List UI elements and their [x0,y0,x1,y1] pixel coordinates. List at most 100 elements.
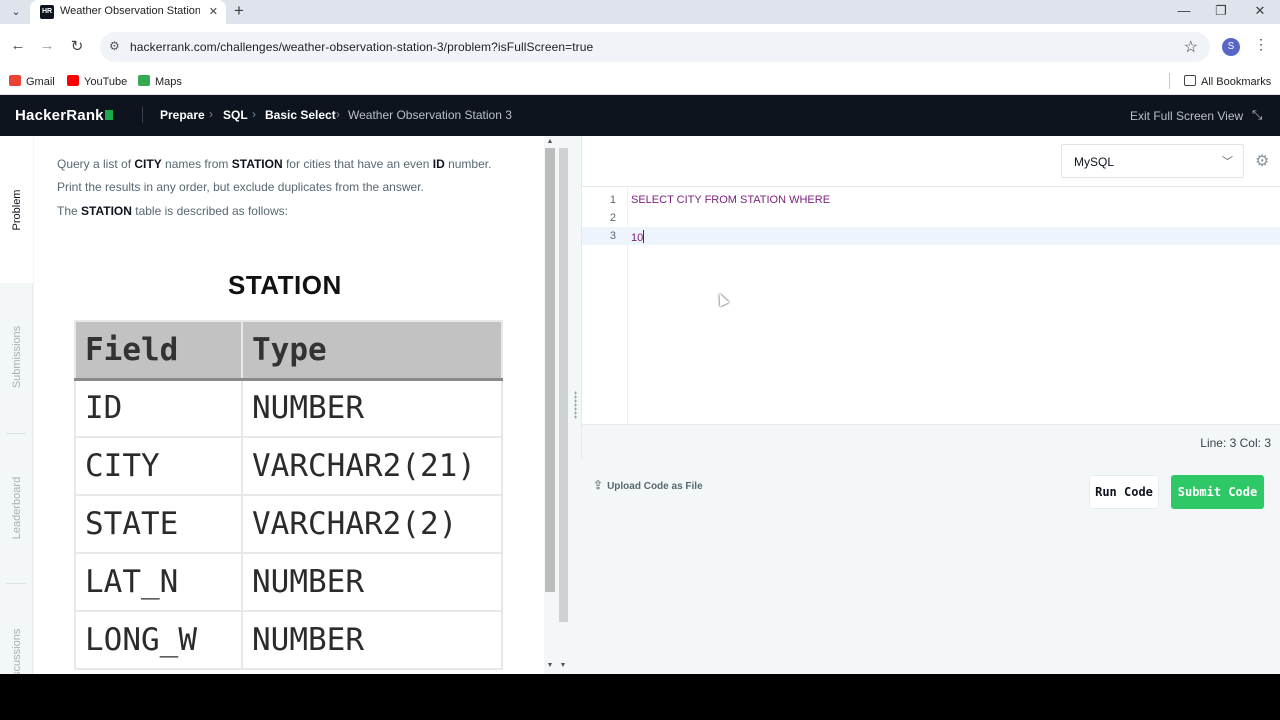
browser-toolbar: ← → ↻ ⚙ hackerrank.com/challenges/weathe… [0,24,1280,70]
table-row: STATE VARCHAR2(2) [74,494,503,554]
bookmark-star-icon[interactable]: ☆ [1184,37,1198,57]
table-row: LONG_W NUMBER [74,610,503,670]
tab-title: Weather Observation Station 3 [60,5,200,17]
gmail-icon [9,75,21,86]
field-cell: CITY [74,436,243,496]
header-type: Type [241,320,503,381]
table-row: LAT_N NUMBER [74,552,503,612]
scroll-down-icon[interactable]: ▼ [557,662,569,669]
breadcrumb-basic-select[interactable]: Basic Select [265,108,336,122]
browser-tab[interactable]: HR Weather Observation Station 3 ✕ [30,0,226,24]
breadcrumb-chevron-icon: › [336,107,340,121]
chevron-down-icon: ﹀ [1222,156,1233,168]
line-number: 3 [609,230,616,242]
table-row: CITY VARCHAR2(21) [74,436,503,496]
bookmarks-divider [1169,73,1170,89]
language-value: MySQL [1074,155,1115,169]
new-tab-icon[interactable]: + [234,1,244,21]
vertical-tabs: Problem Submissions Leaderboard Discussi… [0,136,33,674]
gear-icon[interactable]: ⚙ [1255,151,1269,171]
bookmark-youtube[interactable]: YouTube [67,75,127,88]
pane-splitter[interactable] [571,136,580,674]
type-cell: NUMBER [241,378,503,438]
submit-code-button[interactable]: Submit Code [1171,475,1264,509]
site-info-icon[interactable]: ⚙ [109,39,120,53]
header-divider [142,107,143,123]
code-line-active[interactable]: 3 10 [582,227,1280,245]
upload-icon: ⇪ [593,478,604,492]
line-number: 1 [609,194,616,206]
code-line[interactable]: 2 [582,209,1280,227]
restore-icon[interactable]: ❐ [1211,3,1231,19]
code-editor-panel: MySQL ﹀ ⚙ 1 SELECT CITY FROM STATION WHE… [581,136,1280,459]
header-field: Field [74,320,243,381]
logo-square-icon [104,110,113,120]
scrollbar-thumb[interactable] [545,148,555,592]
tab-submissions[interactable]: Submissions [0,283,33,431]
close-tab-icon[interactable]: ✕ [209,5,218,18]
tab-search-icon[interactable]: ⌄ [6,2,26,22]
scrollbar-thumb[interactable] [559,148,568,622]
field-cell: LONG_W [74,610,243,670]
table-row: ID NUMBER [74,378,503,438]
drag-grip-icon[interactable] [574,391,577,419]
profile-avatar[interactable]: S [1222,38,1240,56]
field-cell: ID [74,378,243,438]
breadcrumb-prepare[interactable]: Prepare [160,108,205,122]
code-line[interactable]: 1 SELECT CITY FROM STATION WHERE [582,191,1280,209]
station-table-title: STATION [228,270,342,300]
breadcrumb-sql[interactable]: SQL [223,108,248,122]
problem-statement: Query a list of CITY names from STATION … [34,136,544,674]
editor-status-bar: Line: 3 Col: 3 [582,424,1280,459]
hackerrank-favicon-icon: HR [40,5,54,19]
language-select[interactable]: MySQL ﹀ [1061,144,1244,178]
hackerrank-header: HackerRank Prepare › SQL › Basic Select … [0,95,1280,136]
tab-leaderboard[interactable]: Leaderboard [0,434,33,582]
type-cell: VARCHAR2(2) [241,494,503,554]
scroll-up-icon[interactable]: ▲ [544,138,556,145]
exit-fullscreen-link[interactable]: Exit Full Screen View [1130,109,1243,123]
back-icon[interactable]: ← [8,37,28,54]
screen-bottom-border [0,674,1280,720]
type-cell: NUMBER [241,610,503,670]
collapse-fullscreen-icon[interactable]: ⤡ [1252,107,1262,123]
tab-problem[interactable]: Problem [0,136,33,283]
bookmark-maps[interactable]: Maps [138,75,182,88]
reload-icon[interactable]: ↻ [67,37,87,55]
breadcrumb-current: Weather Observation Station 3 [348,108,512,122]
window-close-icon[interactable]: ✕ [1250,3,1270,19]
table-intro-text: The STATION table is described as follow… [57,204,288,218]
editor-toolbar: MySQL ﹀ ⚙ [582,136,1280,187]
bookmark-gmail[interactable]: Gmail [9,75,55,88]
breadcrumb-chevron-icon: › [209,107,213,121]
minimize-icon[interactable]: — [1174,3,1194,18]
breadcrumb-chevron-icon: › [252,107,256,121]
main-area: Problem Submissions Leaderboard Discussi… [0,136,1280,674]
code-text[interactable]: SELECT CITY FROM STATION WHERE [631,194,830,206]
field-cell: LAT_N [74,552,243,612]
text-cursor [643,230,645,243]
forward-icon[interactable]: → [37,37,57,54]
station-schema-table: Field Type ID NUMBER CITY VARCHAR2(21) S… [74,320,503,670]
upload-code-button[interactable]: ⇪ Upload Code as File [593,478,703,492]
problem-scrollbar[interactable]: ▲ ▼ [544,136,556,674]
type-cell: VARCHAR2(21) [241,436,503,496]
field-cell: STATE [74,494,243,554]
code-area[interactable]: 1 SELECT CITY FROM STATION WHERE 2 3 10 [582,187,1280,424]
run-code-button[interactable]: Run Code [1089,475,1159,509]
tab-discussions[interactable]: Discussions [0,584,33,674]
address-bar[interactable]: ⚙ hackerrank.com/challenges/weather-obse… [100,32,1210,62]
cursor-position: Line: 3 Col: 3 [1200,436,1271,450]
maps-icon [138,75,150,86]
hackerrank-logo[interactable]: HackerRank [15,107,113,124]
code-text-active[interactable]: 10 [631,230,645,244]
problem-text: Query a list of CITY names from STATION … [57,157,492,194]
url-text[interactable]: hackerrank.com/challenges/weather-observ… [130,40,593,54]
type-cell: NUMBER [241,552,503,612]
all-bookmarks[interactable]: All Bookmarks [1184,75,1271,88]
browser-menu-icon[interactable]: ⋮ [1254,36,1268,53]
browser-tabstrip: ⌄ HR Weather Observation Station 3 ✕ + —… [0,0,1280,24]
youtube-icon [67,75,79,86]
scroll-down-icon[interactable]: ▼ [544,662,556,669]
panel-scrollbar[interactable]: ▼ [557,136,570,674]
